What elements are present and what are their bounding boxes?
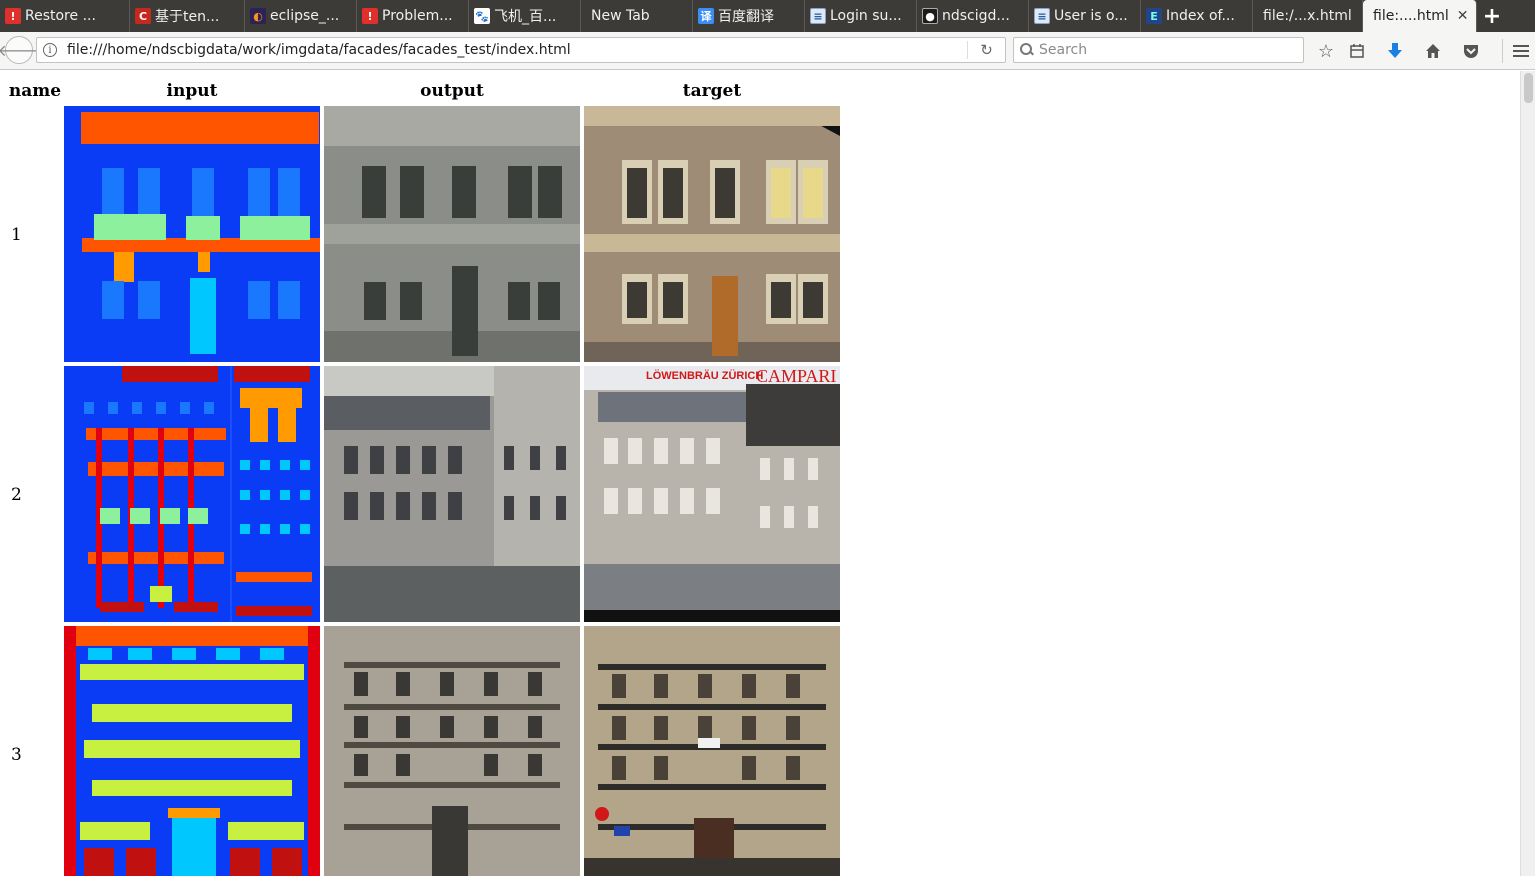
bookmarks-library-icon[interactable]	[1345, 39, 1369, 63]
tab-label: 基于ten...	[155, 9, 220, 25]
close-tab-icon[interactable]: ✕	[1457, 8, 1469, 24]
error-icon: !	[362, 8, 378, 24]
row-name-3: 3	[11, 745, 22, 765]
header-target: target	[682, 81, 742, 101]
fanyi-icon: 译	[698, 8, 714, 24]
target-image-1	[584, 106, 840, 362]
url-text[interactable]: file:///home/ndscbigdata/work/imgdata/fa…	[67, 42, 571, 58]
tab-index[interactable]: E Index of...	[1141, 0, 1253, 32]
site-info-icon[interactable]: i	[43, 43, 57, 57]
page-scrollbar[interactable]	[1520, 71, 1535, 876]
header-input: input	[166, 81, 218, 101]
navigation-bar: 🡐 i file:///home/ndscbigdata/work/imgdat…	[0, 32, 1535, 70]
document-icon: ≡	[1034, 8, 1050, 24]
reload-icon[interactable]: ↻	[967, 41, 997, 59]
tab-label: file:/...x.html	[1263, 8, 1352, 24]
csdn-icon: C	[135, 8, 151, 24]
header-output: output	[420, 81, 484, 101]
url-bar[interactable]: i file:///home/ndscbigdata/work/imgdata/…	[36, 37, 1006, 63]
tab-fanyi[interactable]: 译 百度翻译	[693, 0, 805, 32]
index-icon: E	[1146, 8, 1162, 24]
search-input[interactable]	[1039, 42, 1289, 58]
tab-label: ndscigd...	[942, 8, 1010, 24]
sign-campari: CAMPARI	[756, 366, 836, 386]
tab-label: eclipse_...	[270, 8, 340, 24]
menu-icon[interactable]	[1502, 39, 1532, 63]
tab-restore[interactable]: ! Restore ...	[0, 0, 130, 32]
tab-label: 飞机_百...	[494, 9, 557, 25]
tab-github[interactable]: ● ndscigd...	[917, 0, 1029, 32]
tab-baidu[interactable]: 🐾 飞机_百...	[469, 0, 581, 32]
row-name-1: 1	[11, 225, 22, 245]
github-icon: ●	[922, 8, 938, 24]
tab-active-file[interactable]: file:....html ✕	[1363, 0, 1477, 32]
tab-strip: ! Restore ... C 基于ten... ◐ eclipse_... !…	[0, 0, 1535, 32]
input-label-map-1	[64, 106, 320, 362]
tab-label: Restore ...	[25, 8, 96, 24]
tab-label: file:....html	[1373, 8, 1449, 24]
tab-label: Login su...	[830, 8, 902, 24]
baidu-icon: 🐾	[474, 8, 490, 24]
tab-eclipse[interactable]: ◐ eclipse_...	[245, 0, 357, 32]
tab-login[interactable]: ≡ Login su...	[805, 0, 917, 32]
error-icon: !	[5, 8, 21, 24]
header-name: name	[8, 81, 62, 101]
home-icon[interactable]	[1421, 39, 1445, 63]
tab-label: Problem...	[382, 8, 453, 24]
search-icon	[1020, 43, 1034, 57]
row-name-2: 2	[11, 485, 22, 505]
tab-problem[interactable]: ! Problem...	[357, 0, 469, 32]
download-icon[interactable]	[1383, 39, 1407, 63]
eclipse-icon: ◐	[250, 8, 266, 24]
document-icon: ≡	[810, 8, 826, 24]
target-image-2: LÖWENBRÄU ZÜRICH CAMPARI	[584, 366, 840, 622]
tab-label: New Tab	[591, 8, 650, 24]
output-image-1	[324, 106, 580, 362]
tab-file-index[interactable]: file:/...x.html	[1253, 0, 1363, 32]
tab-label: 百度翻译	[718, 9, 774, 25]
tab-user[interactable]: ≡ User is o...	[1029, 0, 1141, 32]
target-image-3	[584, 626, 840, 876]
sign-lowenbrau: LÖWENBRÄU ZÜRICH	[646, 369, 763, 382]
input-label-map-2	[64, 366, 320, 622]
output-image-3	[324, 626, 580, 876]
new-tab-button[interactable]: +	[1477, 0, 1507, 32]
tab-csdn[interactable]: C 基于ten...	[130, 0, 245, 32]
back-button[interactable]: 🡐	[0, 36, 40, 64]
scrollbar-thumb[interactable]	[1524, 73, 1533, 103]
output-image-2	[324, 366, 580, 622]
tab-new-tab[interactable]: New Tab	[581, 0, 693, 32]
back-arrow-icon: 🡐	[0, 41, 41, 60]
search-bar[interactable]	[1013, 37, 1304, 63]
input-label-map-3	[64, 626, 320, 876]
bookmark-star-icon[interactable]: ☆	[1314, 39, 1338, 63]
page-content: name input output target 1 2 3 LÖWENBRÄU…	[0, 71, 1520, 876]
pocket-icon[interactable]	[1459, 39, 1483, 63]
tab-label: Index of...	[1166, 8, 1235, 24]
tab-label: User is o...	[1054, 8, 1128, 24]
